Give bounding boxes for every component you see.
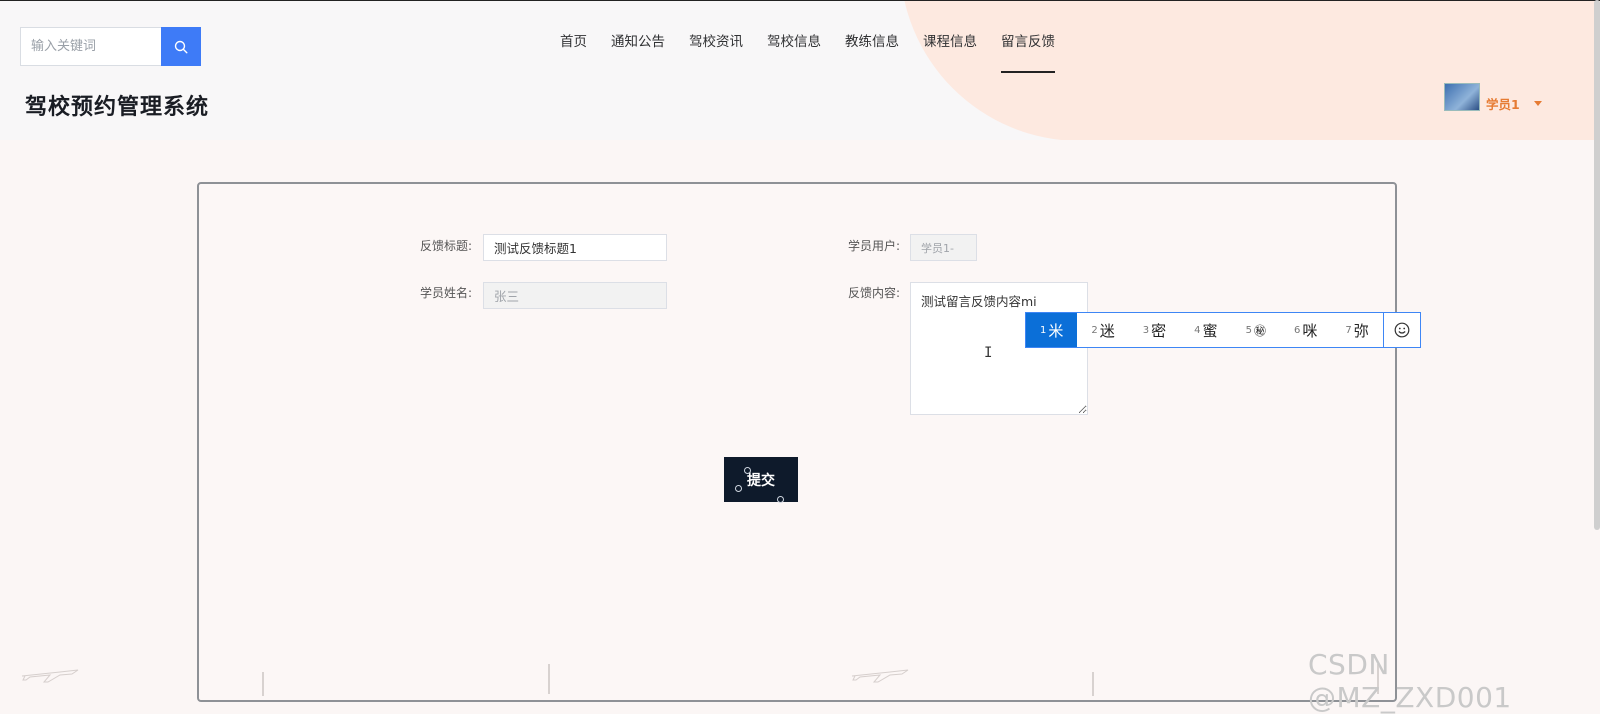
- smiley-icon: [1394, 322, 1410, 338]
- ime-candidate-text: 弥: [1353, 321, 1369, 340]
- user-name[interactable]: 学员1: [1486, 94, 1520, 113]
- submit-button[interactable]: 提交: [724, 457, 798, 503]
- user-avatar[interactable]: [1444, 83, 1480, 111]
- airplane-decoration-icon: [851, 669, 909, 683]
- background-post: [548, 664, 550, 694]
- ime-candidate[interactable]: 7弥: [1331, 313, 1382, 347]
- ime-candidate[interactable]: 2迷: [1077, 313, 1128, 347]
- student-name-field: [483, 282, 667, 309]
- ime-candidate-text: 米: [1048, 321, 1064, 340]
- page-scrollbar[interactable]: [1594, 0, 1600, 530]
- feedback-title-label: 反馈标题:: [420, 239, 473, 253]
- decoration-circle: [744, 467, 751, 474]
- ime-candidate-text: ㊙: [1253, 323, 1266, 338]
- search-input[interactable]: [21, 28, 161, 65]
- nav-item-feedback[interactable]: 留言反馈: [989, 23, 1067, 73]
- site-title: 驾校预约管理系统: [25, 95, 210, 120]
- decoration-circle: [777, 496, 784, 503]
- search-button[interactable]: [161, 27, 201, 66]
- student-user-label: 学员用户:: [848, 239, 901, 253]
- feedback-content-textarea[interactable]: 测试留言反馈内容mi: [910, 282, 1088, 415]
- ime-candidate[interactable]: 5 ㊙: [1232, 313, 1280, 347]
- site-header: 首页 通知公告 驾校资讯 驾校信息 教练信息 课程信息 留言反馈 驾校预约管理系…: [0, 1, 1600, 140]
- text-cursor-icon: I: [984, 345, 993, 361]
- user-dropdown-caret-icon[interactable]: [1534, 101, 1542, 106]
- main-nav: 首页 通知公告 驾校资讯 驾校信息 教练信息 课程信息 留言反馈: [548, 23, 1067, 73]
- airplane-decoration-icon: [21, 669, 79, 683]
- nav-item-notices[interactable]: 通知公告: [599, 23, 677, 73]
- nav-item-coach-info[interactable]: 教练信息: [833, 23, 911, 73]
- ime-candidate-number: 3: [1142, 324, 1150, 336]
- ime-candidate-number: 4: [1194, 324, 1201, 336]
- ime-candidate-bar: 1米 2迷 3密 4蜜 5 ㊙ 6咪 7弥: [1025, 312, 1421, 348]
- nav-item-home[interactable]: 首页: [548, 23, 599, 73]
- nav-item-news[interactable]: 驾校资讯: [677, 23, 755, 73]
- ime-candidate-text: 咪: [1302, 321, 1318, 340]
- ime-candidate-number: 1: [1040, 324, 1047, 336]
- feedback-content-label: 反馈内容:: [848, 286, 901, 300]
- search-box: [20, 27, 201, 66]
- watermark: CSDN @MZ_ZXD001: [1308, 648, 1512, 714]
- student-name-label: 学员姓名:: [420, 286, 473, 300]
- search-icon: [174, 40, 188, 54]
- feedback-title-input[interactable]: [483, 234, 667, 261]
- student-user-field: [910, 234, 977, 261]
- ime-candidate[interactable]: 4蜜: [1180, 313, 1231, 347]
- ime-candidate[interactable]: 1米: [1026, 313, 1078, 347]
- nav-item-school-info[interactable]: 驾校信息: [755, 23, 833, 73]
- nav-item-course-info[interactable]: 课程信息: [911, 23, 989, 73]
- feedback-form-panel: [197, 182, 1397, 702]
- ime-candidate-number: 6: [1293, 324, 1301, 336]
- decoration-circle: [735, 485, 742, 492]
- ime-emoji-button[interactable]: [1382, 313, 1420, 347]
- ime-candidate-number: 7: [1345, 324, 1352, 336]
- ime-candidate-text: 蜜: [1202, 321, 1218, 340]
- ime-candidate-number: 2: [1091, 324, 1098, 336]
- ime-candidate[interactable]: 3密: [1129, 313, 1180, 347]
- submit-button-label: 提交: [747, 472, 775, 489]
- background-post: [1092, 672, 1094, 696]
- background-post: [262, 672, 264, 696]
- ime-candidate-text: 密: [1151, 321, 1167, 340]
- ime-candidate-text: 迷: [1099, 321, 1115, 340]
- ime-candidate-number: 5: [1245, 324, 1252, 336]
- ime-candidate[interactable]: 6咪: [1280, 313, 1331, 347]
